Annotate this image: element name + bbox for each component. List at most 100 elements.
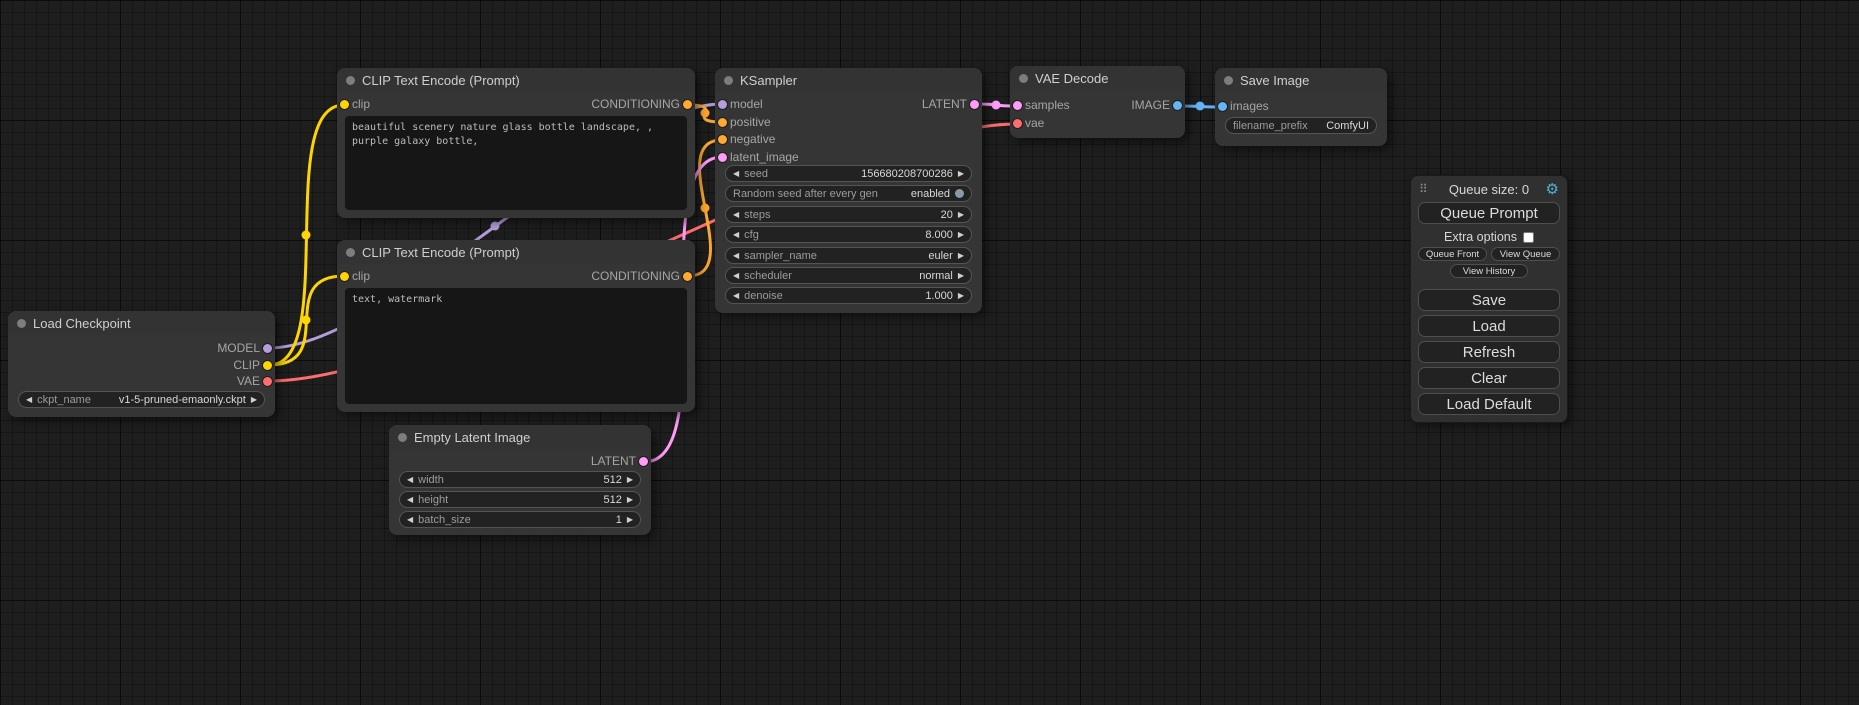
arrow-right-icon[interactable]: ▶ bbox=[958, 272, 964, 280]
widget-label: filename_prefix bbox=[1233, 120, 1308, 132]
settings-gear-icon[interactable]: ⚙ bbox=[1546, 182, 1559, 197]
arrow-right-icon[interactable]: ▶ bbox=[958, 231, 964, 239]
prompt-text-area[interactable]: text, watermark bbox=[345, 288, 687, 404]
input-dot-positive[interactable] bbox=[718, 118, 727, 127]
save-button[interactable]: Save bbox=[1418, 289, 1560, 311]
output-dot-model[interactable] bbox=[263, 344, 272, 353]
node-title: VAE Decode bbox=[1035, 71, 1108, 86]
input-dot-images[interactable] bbox=[1218, 102, 1227, 111]
input-dot-vae[interactable] bbox=[1013, 119, 1022, 128]
view-queue-button[interactable]: View Queue bbox=[1491, 247, 1560, 261]
output-dot-conditioning[interactable] bbox=[683, 100, 692, 109]
arrow-left-icon[interactable]: ◀ bbox=[733, 272, 739, 280]
toggle-dot-icon[interactable] bbox=[955, 189, 964, 198]
slot-label: vae bbox=[1025, 116, 1044, 130]
widget-scheduler[interactable]: ◀ scheduler normal ▶ bbox=[725, 267, 972, 284]
slot-label: clip bbox=[352, 269, 370, 283]
node-load-checkpoint[interactable]: Load Checkpoint MODEL CLIP VAE ◀ ckpt_na… bbox=[8, 311, 275, 417]
node-title-bar[interactable]: VAE Decode bbox=[1010, 66, 1185, 90]
input-slot-vae: vae bbox=[1010, 115, 1185, 131]
collapse-dot-icon[interactable] bbox=[17, 319, 26, 328]
widget-random-seed-toggle[interactable]: Random seed after every gen enabled bbox=[725, 185, 972, 202]
load-button[interactable]: Load bbox=[1418, 315, 1560, 337]
refresh-button[interactable]: Refresh bbox=[1418, 341, 1560, 363]
node-title: Empty Latent Image bbox=[414, 430, 530, 445]
node-vae-decode[interactable]: VAE Decode samples IMAGE vae bbox=[1010, 66, 1185, 138]
widget-value: ComfyUI bbox=[1326, 120, 1369, 132]
arrow-right-icon[interactable]: ▶ bbox=[958, 292, 964, 300]
arrow-right-icon[interactable]: ▶ bbox=[251, 396, 257, 404]
output-dot-conditioning[interactable] bbox=[683, 272, 692, 281]
node-ksampler[interactable]: KSampler model LATENT positive negative … bbox=[715, 68, 982, 313]
widget-width[interactable]: ◀ width 512 ▶ bbox=[399, 471, 641, 488]
collapse-dot-icon[interactable] bbox=[398, 433, 407, 442]
wire-mid-dot-model bbox=[491, 222, 500, 231]
widget-seed[interactable]: ◀ seed 156680208700286 ▶ bbox=[725, 165, 972, 182]
arrow-left-icon[interactable]: ◀ bbox=[26, 396, 32, 404]
load-default-button[interactable]: Load Default bbox=[1418, 393, 1560, 415]
arrow-left-icon[interactable]: ◀ bbox=[407, 496, 413, 504]
arrow-left-icon[interactable]: ◀ bbox=[733, 170, 739, 178]
arrow-left-icon[interactable]: ◀ bbox=[407, 516, 413, 524]
collapse-dot-icon[interactable] bbox=[724, 76, 733, 85]
arrow-left-icon[interactable]: ◀ bbox=[733, 211, 739, 219]
arrow-right-icon[interactable]: ▶ bbox=[627, 496, 633, 504]
arrow-right-icon[interactable]: ▶ bbox=[958, 211, 964, 219]
input-dot-negative[interactable] bbox=[718, 135, 727, 144]
slot-label: images bbox=[1230, 99, 1269, 113]
arrow-right-icon[interactable]: ▶ bbox=[958, 252, 964, 260]
extra-options-checkbox[interactable] bbox=[1523, 232, 1534, 243]
input-dot-clip[interactable] bbox=[340, 100, 349, 109]
collapse-dot-icon[interactable] bbox=[346, 76, 355, 85]
drag-handle-icon[interactable]: ⠿ bbox=[1419, 182, 1428, 196]
queue-prompt-button[interactable]: Queue Prompt bbox=[1418, 202, 1560, 224]
node-title-bar[interactable]: CLIP Text Encode (Prompt) bbox=[337, 240, 695, 264]
node-title-bar[interactable]: CLIP Text Encode (Prompt) bbox=[337, 68, 695, 92]
slot-label: LATENT bbox=[591, 454, 636, 468]
output-dot-image[interactable] bbox=[1173, 101, 1182, 110]
node-clip-text-encode-negative[interactable]: CLIP Text Encode (Prompt) clip CONDITION… bbox=[337, 240, 695, 412]
view-history-button[interactable]: View History bbox=[1450, 264, 1528, 278]
collapse-dot-icon[interactable] bbox=[346, 248, 355, 257]
arrow-left-icon[interactable]: ◀ bbox=[733, 252, 739, 260]
node-clip-text-encode-positive[interactable]: CLIP Text Encode (Prompt) clip CONDITION… bbox=[337, 68, 695, 218]
collapse-dot-icon[interactable] bbox=[1224, 76, 1233, 85]
clear-button[interactable]: Clear bbox=[1418, 367, 1560, 389]
output-dot-vae[interactable] bbox=[263, 377, 272, 386]
output-dot-clip[interactable] bbox=[263, 361, 272, 370]
widget-steps[interactable]: ◀ steps 20 ▶ bbox=[725, 206, 972, 223]
node-title-bar[interactable]: KSampler bbox=[715, 68, 982, 92]
widget-ckpt-name[interactable]: ◀ ckpt_name v1-5-pruned-emaonly.ckpt ▶ bbox=[18, 391, 265, 408]
node-title-bar[interactable]: Empty Latent Image bbox=[389, 425, 651, 449]
wire-mid-dot-cond1 bbox=[701, 109, 710, 118]
node-title-bar[interactable]: Save Image bbox=[1215, 68, 1387, 92]
arrow-right-icon[interactable]: ▶ bbox=[627, 476, 633, 484]
node-title-bar[interactable]: Load Checkpoint bbox=[8, 311, 275, 335]
output-slot-latent: LATENT bbox=[389, 453, 651, 469]
widget-value: enabled bbox=[911, 188, 950, 200]
input-dot-clip[interactable] bbox=[340, 272, 349, 281]
widget-filename-prefix[interactable]: filename_prefix ComfyUI bbox=[1225, 117, 1377, 134]
queue-panel[interactable]: ⠿ Queue size: 0 ⚙ Queue Prompt Extra opt… bbox=[1410, 175, 1568, 423]
arrow-left-icon[interactable]: ◀ bbox=[733, 231, 739, 239]
collapse-dot-icon[interactable] bbox=[1019, 74, 1028, 83]
widget-denoise[interactable]: ◀ denoise 1.000 ▶ bbox=[725, 287, 972, 304]
widget-sampler-name[interactable]: ◀ sampler_name euler ▶ bbox=[725, 247, 972, 264]
node-save-image[interactable]: Save Image images filename_prefix ComfyU… bbox=[1215, 68, 1387, 146]
input-dot-latent-image[interactable] bbox=[718, 153, 727, 162]
node-title: CLIP Text Encode (Prompt) bbox=[362, 245, 520, 260]
arrow-right-icon[interactable]: ▶ bbox=[627, 516, 633, 524]
arrow-right-icon[interactable]: ▶ bbox=[958, 170, 964, 178]
widget-cfg[interactable]: ◀ cfg 8.000 ▶ bbox=[725, 226, 972, 243]
queue-front-button[interactable]: Queue Front bbox=[1418, 247, 1487, 261]
widget-height[interactable]: ◀ height 512 ▶ bbox=[399, 491, 641, 508]
node-graph-canvas[interactable]: Load Checkpoint MODEL CLIP VAE ◀ ckpt_na… bbox=[0, 0, 1859, 705]
prompt-text-area[interactable]: beautiful scenery nature glass bottle la… bbox=[345, 116, 687, 210]
node-title: CLIP Text Encode (Prompt) bbox=[362, 73, 520, 88]
output-dot-latent[interactable] bbox=[970, 100, 979, 109]
widget-batch-size[interactable]: ◀ batch_size 1 ▶ bbox=[399, 511, 641, 528]
output-dot-latent[interactable] bbox=[639, 457, 648, 466]
node-empty-latent-image[interactable]: Empty Latent Image LATENT ◀ width 512 ▶ … bbox=[389, 425, 651, 535]
arrow-left-icon[interactable]: ◀ bbox=[407, 476, 413, 484]
arrow-left-icon[interactable]: ◀ bbox=[733, 292, 739, 300]
